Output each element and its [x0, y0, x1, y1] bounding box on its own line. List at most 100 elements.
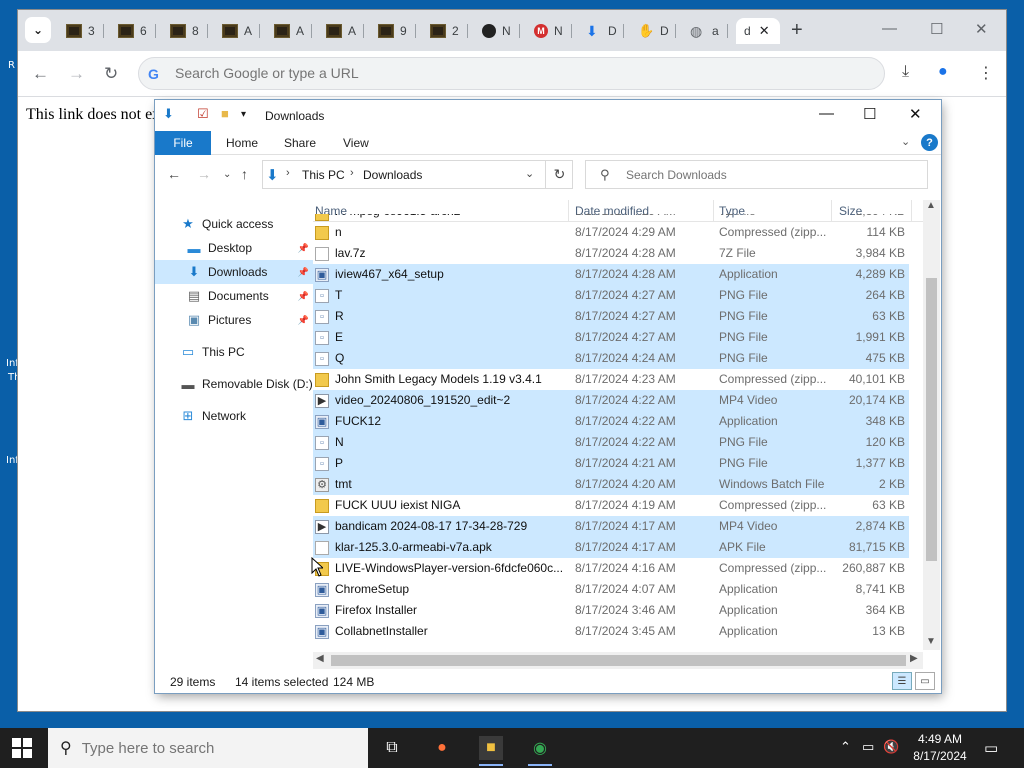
volume-muted-icon[interactable]: 🔇	[883, 739, 899, 755]
file-row[interactable]: FFmpeg-ce961f5-arch2 8/17/2024 4:29 AM 7Z …	[313, 214, 909, 222]
file-row[interactable]: LIVE-WindowsPlayer-version-6fdcfe060c...…	[313, 558, 909, 579]
forward-button[interactable]: →	[68, 64, 85, 84]
menu-icon[interactable]: ⋮	[978, 63, 994, 83]
omnibox-input[interactable]	[175, 65, 775, 81]
nav-item-removable-disk-d[interactable]: ▬ Removable Disk (D:)	[155, 372, 313, 396]
reload-button[interactable]: ↻	[104, 64, 118, 84]
address-bar[interactable]: ⬇ › This PC › Downloads ⌄	[262, 160, 573, 189]
search-box[interactable]: ⚲	[585, 160, 928, 189]
system-clock[interactable]: 4:49 AM 8/17/2024	[905, 731, 975, 765]
breadcrumb-this-pc[interactable]: This PC	[302, 168, 345, 182]
pin-icon[interactable]: 📌	[298, 315, 309, 326]
horizontal-scrollbar[interactable]: ◀ ▶	[313, 652, 923, 669]
file-row[interactable]: n 8/17/2024 4:29 AM Compressed (zipp... 114…	[313, 222, 909, 243]
tab[interactable]: 8	[162, 18, 208, 44]
file-row[interactable]: ▣ FUCK12 8/17/2024 4:22 AM Application 348 K…	[313, 411, 909, 432]
tab[interactable]: MN	[526, 18, 572, 44]
file-row[interactable]: FUCK UUU iexist NIGA 8/17/2024 4:19 AM Com…	[313, 495, 909, 516]
minimize-button[interactable]: —	[819, 105, 834, 122]
file-row[interactable]: lav.7z 8/17/2024 4:28 AM 7Z File 3,984 KB	[313, 243, 909, 264]
profile-icon[interactable]: ●	[938, 63, 948, 81]
forward-button[interactable]: →	[197, 166, 211, 182]
file-row[interactable]: ▫ R 8/17/2024 4:27 AM PNG File 63 KB	[313, 306, 909, 327]
tab[interactable]: A	[318, 18, 364, 44]
file-row[interactable]: ⚙ tmt 8/17/2024 4:20 AM Windows Batch File 2…	[313, 474, 909, 495]
chevron-right-icon[interactable]: ›	[286, 167, 290, 179]
file-row[interactable]: klar-125.3.0-armeabi-v7a.apk 8/17/2024 4:…	[313, 537, 909, 558]
nav-item-downloads[interactable]: ⬇ Downloads 📌	[155, 260, 313, 284]
tab-home[interactable]: Home	[226, 136, 258, 150]
file-row[interactable]: John Smith Legacy Models 1.19 v3.4.1 8/17…	[313, 369, 909, 390]
taskbar-search-input[interactable]	[81, 739, 342, 757]
chevron-up-icon[interactable]: ⌃	[840, 739, 851, 755]
omnibox[interactable]: G	[138, 57, 885, 90]
file-explorer-button[interactable]: ■	[479, 736, 503, 766]
file-row[interactable]: ▫ N 8/17/2024 4:22 AM PNG File 120 KB	[313, 432, 909, 453]
scroll-thumb[interactable]	[926, 278, 937, 561]
nav-item-quick-access[interactable]: ★ Quick access	[155, 212, 313, 236]
tab[interactable]: ⬇ D	[578, 18, 624, 44]
breadcrumb-downloads[interactable]: Downloads	[363, 168, 422, 182]
maximize-button[interactable]: ☐	[863, 105, 876, 123]
close-icon[interactable]: ✕	[759, 23, 770, 39]
file-row[interactable]: ▫ Q 8/17/2024 4:24 AM PNG File 475 KB	[313, 348, 909, 369]
file-row[interactable]: ▶ video_20240806_191520_edit~2 8/17/2024 4…	[313, 390, 909, 411]
scroll-thumb[interactable]	[331, 655, 906, 666]
file-row[interactable]: ▶ bandicam 2024-08-17 17-34-28-729 8/17/20…	[313, 516, 909, 537]
nav-item-this-pc[interactable]: ▭ This PC	[155, 340, 313, 364]
recent-locations-button[interactable]: ⌄	[223, 169, 231, 180]
up-button[interactable]: ↑	[241, 166, 248, 182]
refresh-button[interactable]: ↻	[545, 160, 573, 189]
download-icon[interactable]: ⤓	[902, 63, 909, 81]
pin-icon[interactable]: 📌	[298, 243, 309, 254]
nav-item-documents[interactable]: ▤ Documents 📌	[155, 284, 313, 308]
nav-item-desktop[interactable]: ▬ Desktop 📌	[155, 236, 313, 260]
file-row[interactable]: ▫ P 8/17/2024 4:21 AM PNG File 1,377 KB	[313, 453, 909, 474]
file-row[interactable]: ▣ iview467_x64_setup 8/17/2024 4:28 AM Appl…	[313, 264, 909, 285]
back-button[interactable]: ←	[32, 64, 49, 84]
tab[interactable]: A	[214, 18, 260, 44]
large-icons-view-button[interactable]: ▭	[915, 672, 935, 690]
minimize-button[interactable]: —	[882, 20, 897, 37]
help-icon[interactable]: ?	[921, 134, 938, 151]
chevron-down-icon[interactable]: ⌄	[525, 167, 534, 180]
scroll-left-icon[interactable]: ◀	[316, 653, 324, 664]
chevron-down-icon[interactable]: ⌄	[901, 135, 910, 148]
windows-start-button[interactable]	[12, 738, 32, 758]
scroll-right-icon[interactable]: ▶	[910, 653, 918, 664]
tab[interactable]: A	[266, 18, 312, 44]
tab[interactable]: 6	[110, 18, 156, 44]
close-window-button[interactable]: ✕	[975, 20, 988, 38]
chevron-down-icon[interactable]: ▾	[241, 109, 246, 120]
tab-active[interactable]: d ✕	[736, 18, 780, 44]
tab[interactable]: ✋ D	[630, 18, 676, 44]
search-input[interactable]	[626, 168, 916, 182]
properties-icon[interactable]: ☑	[197, 106, 209, 122]
file-row[interactable]: ▣ CollabnetInstaller 8/17/2024 3:45 AM Appl…	[313, 621, 909, 642]
file-row[interactable]: ▫ E 8/17/2024 4:27 AM PNG File 1,991 KB	[313, 327, 909, 348]
chevron-right-icon[interactable]: ›	[350, 167, 354, 179]
tab-search-button[interactable]: ⌄	[25, 17, 51, 43]
back-button[interactable]: ←	[167, 166, 181, 182]
tab[interactable]: 2	[422, 18, 468, 44]
folder-icon[interactable]: ■	[221, 106, 229, 121]
tab[interactable]: 3	[58, 18, 104, 44]
chrome-button[interactable]: ◉	[528, 736, 552, 766]
tab[interactable]: ◍ a	[682, 18, 728, 44]
notification-icon[interactable]: ▭	[984, 739, 998, 757]
new-tab-button[interactable]: +	[791, 19, 803, 42]
tab[interactable]: 9	[370, 18, 416, 44]
scroll-down-icon[interactable]: ▼	[926, 636, 936, 647]
tab-share[interactable]: Share	[284, 136, 316, 150]
nav-item-network[interactable]: ⊞ Network	[155, 404, 313, 428]
pin-icon[interactable]: 📌	[298, 267, 309, 278]
file-row[interactable]: ▣ ChromeSetup 8/17/2024 4:07 AM Application…	[313, 579, 909, 600]
details-view-button[interactable]: ☰	[892, 672, 912, 690]
maximize-button[interactable]: ☐	[930, 20, 943, 38]
scroll-up-icon[interactable]: ▲	[926, 200, 936, 211]
nav-item-pictures[interactable]: ▣ Pictures 📌	[155, 308, 313, 332]
file-row[interactable]: ▫ T 8/17/2024 4:27 AM PNG File 264 KB	[313, 285, 909, 306]
file-row[interactable]: ▣ Firefox Installer 8/17/2024 3:46 AM Appli…	[313, 600, 909, 621]
task-view-button[interactable]: ⧉	[380, 736, 404, 760]
pin-icon[interactable]: 📌	[298, 291, 309, 302]
